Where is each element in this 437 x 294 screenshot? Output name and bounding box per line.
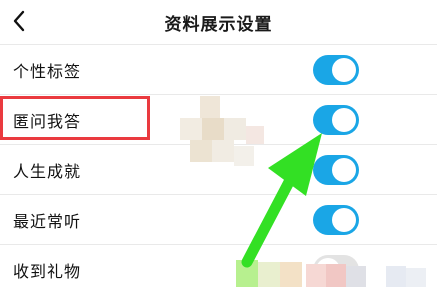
highlight-box: [0, 96, 150, 140]
toggle-switch[interactable]: [313, 105, 359, 135]
setting-label: 人生成就: [13, 162, 82, 181]
setting-row-recent-listening: 最近常听: [0, 194, 437, 244]
toggle-knob: [332, 158, 356, 182]
toggle-knob: [332, 208, 356, 232]
toggle-switch[interactable]: [313, 205, 359, 235]
toggle-switch[interactable]: [313, 155, 359, 185]
page-title: 资料展示设置: [164, 15, 273, 35]
setting-label: 个性标签: [13, 62, 82, 81]
setting-label: 收到礼物: [13, 262, 82, 281]
toggle-knob: [332, 58, 356, 82]
setting-label: 最近常听: [13, 212, 82, 231]
toggle-knob: [316, 258, 340, 282]
setting-row-achievements: 人生成就: [0, 144, 437, 194]
header-bar: 资料展示设置: [0, 0, 437, 44]
toggle-knob: [332, 108, 356, 132]
settings-list: 个性标签 匿问我答 人生成就 最近常听 收到礼物: [0, 44, 437, 294]
toggle-switch[interactable]: [313, 255, 359, 285]
toggle-switch[interactable]: [313, 55, 359, 85]
setting-row-tags: 个性标签: [0, 44, 437, 94]
